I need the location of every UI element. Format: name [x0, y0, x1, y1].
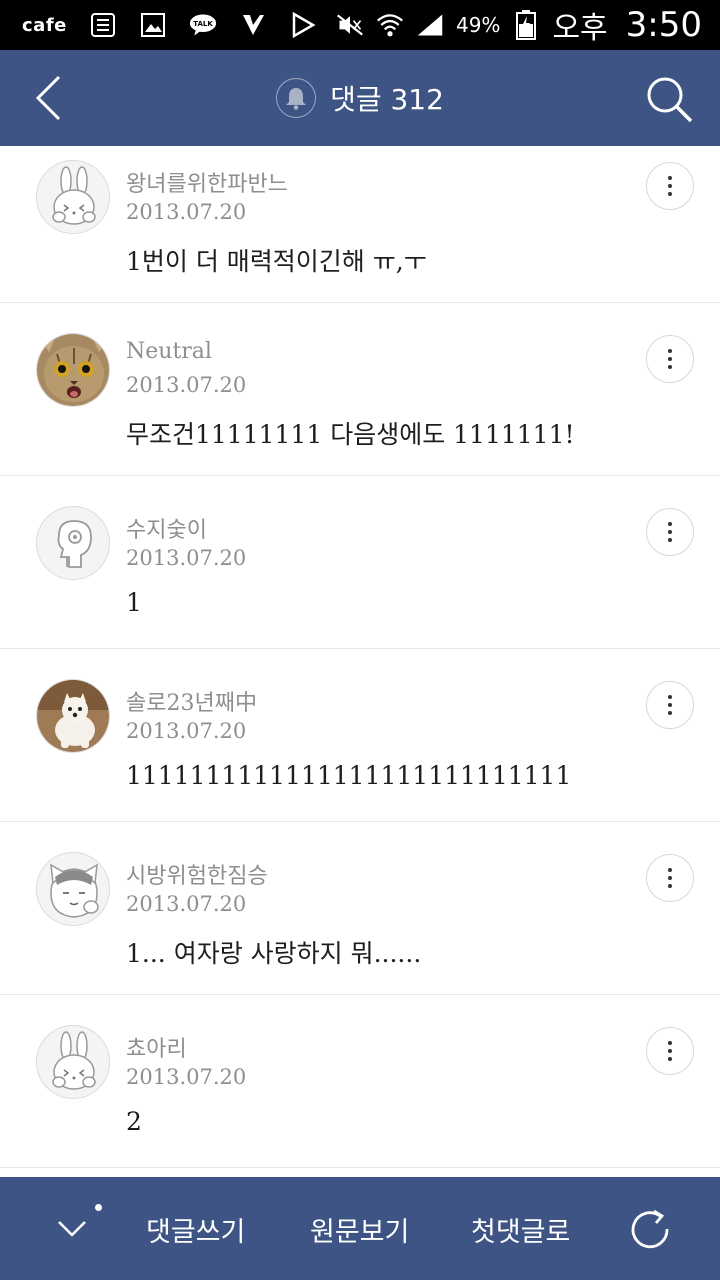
status-bar: cafe TALK 49% 오후 3:50 [0, 0, 720, 50]
page-title: 댓글 312 [330, 83, 444, 116]
wifi-icon [376, 11, 404, 39]
clock: 3:50 [625, 5, 702, 45]
view-original-button[interactable]: 원문보기 [310, 1205, 409, 1253]
search-icon [647, 77, 693, 123]
comment-date: 2013.07.20 [126, 200, 247, 224]
comment-date: 2013.07.20 [126, 892, 247, 916]
new-indicator-dot [95, 1204, 102, 1211]
more-options-button[interactable] [646, 681, 694, 729]
comment-text: 1... 여자랑 사랑하지 뭐...... [126, 939, 422, 968]
battery-percent: 49% [455, 13, 501, 37]
bell-icon [286, 88, 307, 110]
refresh-icon [631, 1209, 669, 1249]
more-options-button[interactable] [646, 854, 694, 902]
comment-date: 2013.07.20 [126, 1065, 247, 1089]
write-comment-button[interactable]: 댓글쓰기 [146, 1205, 245, 1253]
signal-icon [416, 11, 444, 39]
comment-author[interactable]: 쵸아리 [126, 1031, 187, 1063]
app-header: 댓글 312 [0, 50, 720, 146]
more-options-button[interactable] [646, 1027, 694, 1075]
comment-date: 2013.07.20 [126, 719, 247, 743]
image-icon [139, 11, 167, 39]
battery-icon [512, 10, 540, 40]
comment-text: 무조건11111111 다음생에도 1111111! [126, 420, 575, 449]
mute-icon [336, 11, 364, 39]
notification-bell-button[interactable] [276, 78, 317, 118]
rabbit-avatar[interactable] [36, 160, 110, 234]
check-icon [239, 11, 267, 39]
comment-date: 2013.07.20 [126, 373, 247, 397]
comment-list[interactable]: 왕녀를위한파반느 2013.07.20 1번이 더 매력적이긴해 ㅠ,ㅜ Neu… [0, 146, 720, 1176]
more-options-button[interactable] [646, 508, 694, 556]
comment-author[interactable]: 수지숯이 [126, 512, 207, 544]
header-title-group: 댓글 312 [0, 50, 720, 146]
comment-item: 시방위험한짐승 2013.07.20 1... 여자랑 사랑하지 뭐...... [0, 822, 720, 995]
comment-text: 2 [126, 1107, 142, 1136]
comment-item: 쵸아리 2013.07.20 2 [0, 995, 720, 1168]
svg-text:TALK: TALK [193, 20, 213, 28]
refresh-button[interactable] [622, 1201, 678, 1257]
bottom-toolbar: 댓글쓰기 원문보기 첫댓글로 [0, 1177, 720, 1280]
more-options-button[interactable] [646, 162, 694, 210]
comment-date: 2013.07.20 [126, 546, 247, 570]
comment-item: 수지숯이 2013.07.20 1 [0, 476, 720, 649]
comment-text: 1111111111111111111111111111 [126, 761, 572, 790]
neo-cat-avatar[interactable] [36, 852, 110, 926]
first-comment-button[interactable]: 첫댓글로 [471, 1205, 570, 1253]
comment-item: 솔로23년째中 2013.07.20 111111111111111111111… [0, 649, 720, 822]
play-store-icon [289, 11, 317, 39]
cafe-notification: cafe [22, 14, 67, 36]
comment-author[interactable]: 시방위험한짐승 [126, 858, 268, 890]
list-icon [89, 11, 117, 39]
comment-author[interactable]: Neutral [126, 339, 212, 364]
comment-text: 1번이 더 매력적이긴해 ㅠ,ㅜ [126, 247, 427, 276]
scroll-down-button[interactable] [46, 1205, 98, 1253]
comment-item: Neutral 2013.07.20 무조건11111111 다음생에도 111… [0, 303, 720, 476]
talk-icon: TALK [189, 11, 217, 39]
search-button[interactable] [642, 72, 698, 128]
chevron-down-icon [58, 1221, 86, 1237]
comment-item: 왕녀를위한파반느 2013.07.20 1번이 더 매력적이긴해 ㅠ,ㅜ [0, 146, 720, 303]
ampm-label: 오후 [552, 11, 608, 46]
comment-author[interactable]: 솔로23년째中 [126, 685, 257, 717]
cat-photo-avatar[interactable] [36, 333, 110, 407]
dog-photo-avatar[interactable] [36, 679, 110, 753]
more-options-button[interactable] [646, 335, 694, 383]
rabbit-avatar[interactable] [36, 1025, 110, 1099]
mascot-avatar[interactable] [36, 506, 110, 580]
comment-author[interactable]: 왕녀를위한파반느 [126, 166, 288, 198]
comment-text: 1 [126, 588, 142, 617]
